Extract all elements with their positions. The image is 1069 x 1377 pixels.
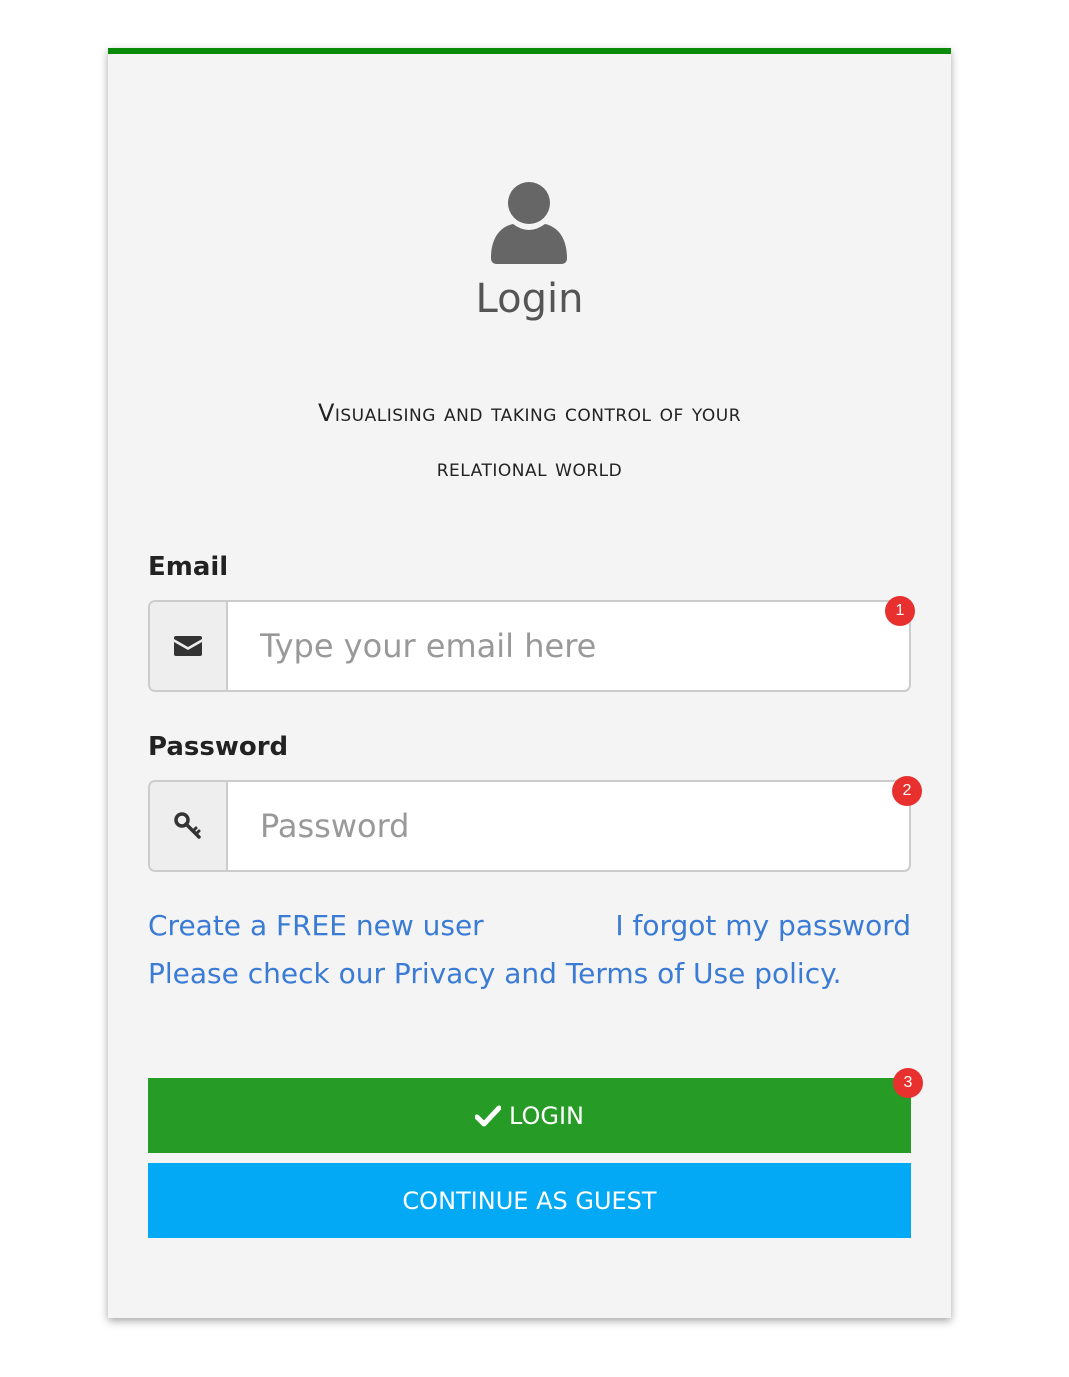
create-user-link[interactable]: Create a FREE new user	[148, 906, 484, 946]
login-button-label: LOGIN	[508, 1101, 585, 1130]
password-input-group: 2	[148, 776, 922, 872]
email-step-badge: 1	[885, 596, 915, 626]
tagline-line-1: Visualising and taking control of your	[317, 399, 742, 427]
privacy-link[interactable]: Please check our Privacy and Terms of Us…	[148, 954, 842, 994]
check-icon	[474, 1105, 501, 1127]
forgot-password-link[interactable]: I forgot my password	[615, 906, 911, 946]
email-field[interactable]	[228, 602, 909, 690]
envelope-icon	[174, 636, 202, 656]
password-field[interactable]	[228, 782, 909, 870]
guest-button-label: CONTINUE AS GUEST	[402, 1186, 657, 1215]
user-icon	[491, 182, 567, 264]
tagline: Visualising and taking control of your r…	[108, 386, 951, 496]
tagline-line-2: relational world	[436, 454, 623, 482]
password-addon	[150, 782, 228, 870]
login-button[interactable]: LOGIN 3	[148, 1068, 923, 1153]
password-label: Password	[148, 732, 289, 762]
password-step-badge: 2	[892, 776, 922, 806]
login-card: Login Visualising and taking control of …	[108, 48, 951, 1318]
login-step-badge: 3	[893, 1068, 923, 1098]
email-input-group: 1	[148, 596, 915, 692]
email-addon	[150, 602, 228, 690]
continue-as-guest-button[interactable]: CONTINUE AS GUEST	[148, 1163, 911, 1238]
email-label: Email	[148, 552, 229, 582]
key-icon	[174, 812, 201, 839]
page-title: Login	[475, 276, 584, 322]
